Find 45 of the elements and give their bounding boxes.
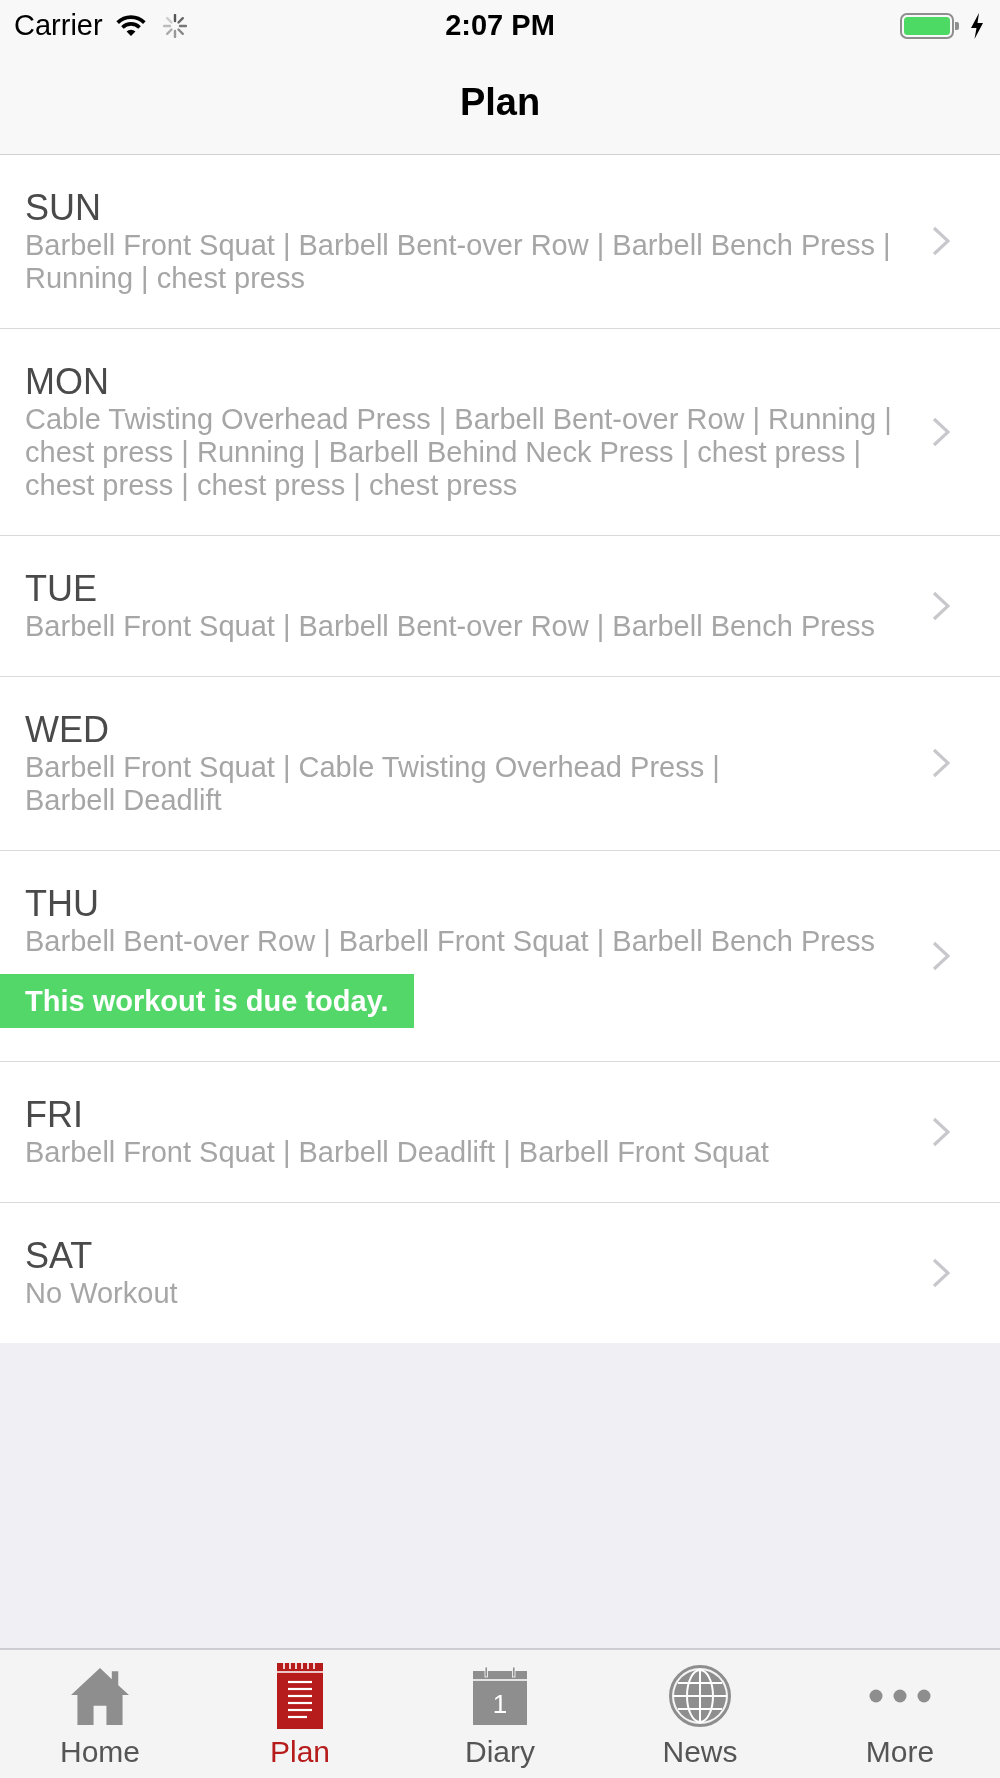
tab-button[interactable]: Home bbox=[0, 1650, 200, 1778]
time-label: 2:07 PM bbox=[445, 9, 555, 42]
day-label: THU bbox=[25, 883, 99, 925]
tab-button[interactable]: News bbox=[600, 1650, 800, 1778]
chevron-icon bbox=[932, 1116, 950, 1147]
tab-button[interactable]: 1 Diary bbox=[400, 1650, 600, 1778]
exercise-list: Barbell Bent-over Row | Barbell Front Squat | Barbell Bench Press bbox=[25, 925, 876, 958]
day-row[interactable]: WED Barbell Front Squat | Cable Twisting Overhead Press | Barbell Deadlift bbox=[0, 677, 1000, 851]
day-label: SUN bbox=[25, 187, 101, 229]
day-row[interactable]: MON Cable Twisting Overhead Press | Barbell Bent-over Row | Running | chest press | Running | Barbell Behind Neck Press | chest press | chest press | chest press | chest press bbox=[0, 329, 1000, 536]
day-label: TUE bbox=[25, 568, 97, 610]
day-row[interactable]: SAT No Workout bbox=[0, 1203, 1000, 1343]
chevron-icon bbox=[932, 748, 950, 778]
exercise-list: Barbell Front Squat | Barbell Deadlift | Barbell Front Squat bbox=[25, 1136, 769, 1169]
loading-spinner-icon bbox=[162, 13, 187, 38]
house-icon bbox=[71, 1667, 129, 1725]
more-dots-icon bbox=[869, 1689, 931, 1703]
battery-icon bbox=[900, 12, 960, 39]
exercise-list: Cable Twisting Overhead Press | Barbell Bent-over Row | Running | chest press | Running | Barbell Behind Neck Press | chest press | chest press | chest press | chest press bbox=[25, 403, 905, 502]
day-label: MON bbox=[25, 361, 109, 403]
day-row[interactable]: FRI Barbell Front Squat | Barbell Deadlift | Barbell Front Squat bbox=[0, 1062, 1000, 1203]
chevron-icon bbox=[932, 416, 950, 447]
day-row[interactable]: THU Barbell Bent-over Row | Barbell Front Squat | Barbell Bench Press This workout is due today. bbox=[0, 851, 1000, 1062]
day-label: WED bbox=[25, 709, 109, 751]
carrier-label: Carrier bbox=[14, 9, 103, 42]
day-row[interactable]: SUN Barbell Front Squat | Barbell Bent-over Row | Barbell Bench Press | Running | chest press bbox=[0, 155, 1000, 329]
chevron-icon bbox=[932, 1257, 950, 1288]
day-label: FRI bbox=[25, 1094, 83, 1136]
exercise-list: Barbell Front Squat | Barbell Bent-over Row | Barbell Bench Press | Running | chest press bbox=[25, 229, 905, 295]
notepad-icon bbox=[277, 1663, 323, 1729]
wifi-icon bbox=[114, 14, 147, 37]
exercise-list: Barbell Front Squat | Barbell Bent-over Row | Barbell Bench Press bbox=[25, 610, 876, 643]
globe-icon bbox=[669, 1665, 731, 1727]
tab-button[interactable]: Plan bbox=[200, 1650, 400, 1778]
page-title: Plan bbox=[459, 81, 541, 124]
due-notice: This workout is due today. bbox=[0, 974, 414, 1028]
charging-bolt-icon bbox=[970, 12, 984, 39]
day-row[interactable]: TUE Barbell Front Squat | Barbell Bent-over Row | Barbell Bench Press bbox=[0, 536, 1000, 677]
day-label: SAT bbox=[25, 1235, 93, 1277]
tab-button[interactable]: More bbox=[800, 1650, 1000, 1778]
chevron-icon bbox=[932, 590, 950, 621]
chevron-icon bbox=[932, 940, 950, 971]
chevron-icon bbox=[932, 226, 950, 256]
exercise-list: No Workout bbox=[25, 1277, 178, 1310]
exercise-list: Barbell Front Squat | Cable Twisting Overhead Press | Barbell Deadlift bbox=[25, 751, 905, 817]
